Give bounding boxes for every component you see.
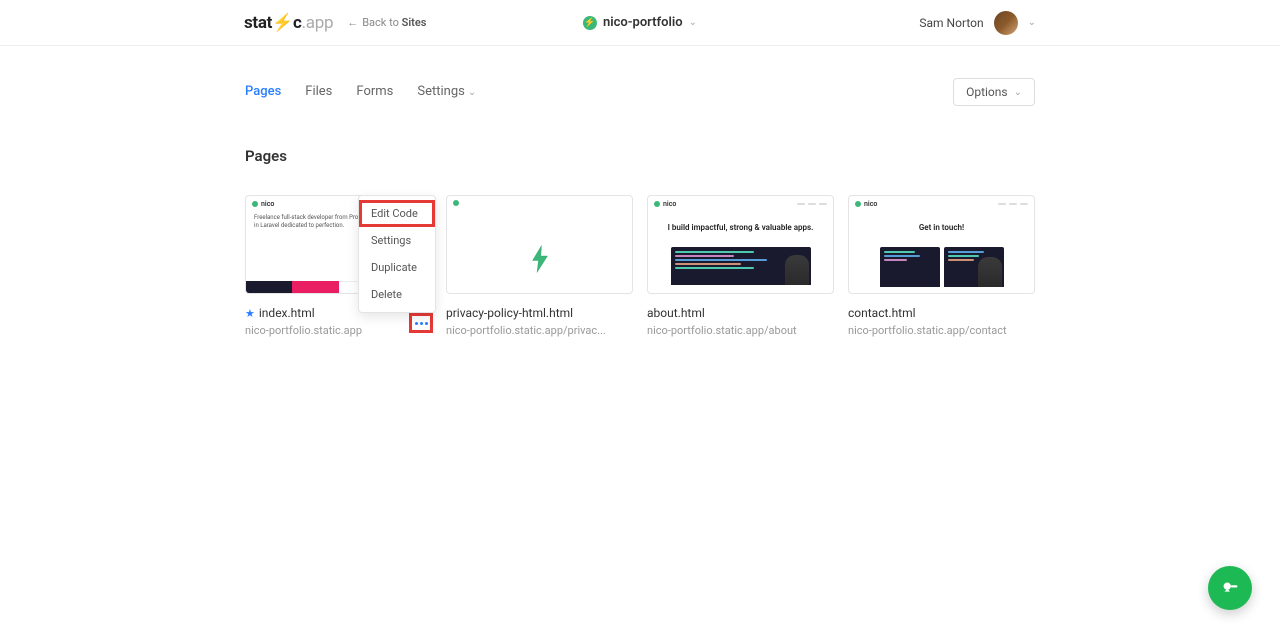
status-dot-icon [453,200,459,206]
app-header: stat⚡c.app ←Back to Sites ⚡ nico-portfol… [0,0,1280,46]
chevron-down-icon: ⌄ [1028,17,1036,28]
monitor-icon [671,247,811,285]
avatar [994,11,1018,35]
chevron-down-icon: ⌄ [1014,87,1022,98]
help-chat-button[interactable] [1208,566,1252,610]
page-context-menu: Edit Code Settings Duplicate Delete [358,195,436,313]
page-card: nico I build impactful, strong & valuabl… [647,195,834,337]
site-switcher[interactable]: ⚡ nico-portfolio ⌄ [583,15,697,30]
tab-pages[interactable]: Pages [245,84,281,99]
arrow-left-icon: ← [347,16,358,29]
page-thumbnail[interactable]: nico I build impactful, strong & valuabl… [647,195,834,294]
monitor-icon [880,247,940,287]
page-name: privacy-policy-html.html [446,306,633,320]
page-more-button[interactable] [409,313,433,333]
chat-icon [1219,577,1241,599]
menu-delete[interactable]: Delete [359,281,435,308]
site-name: nico-portfolio [603,15,683,30]
user-name: Sam Norton [919,16,983,30]
menu-edit-code[interactable]: Edit Code [359,200,435,227]
tab-files[interactable]: Files [305,84,332,99]
tab-settings[interactable]: Settings⌄ [417,84,476,99]
page-card: nico Get in touch! contact.html nico-por… [848,195,1035,337]
page-name: contact.html [848,306,1035,320]
chevron-down-icon: ⌄ [468,87,476,98]
page-url: nico-portfolio.static.app/about [647,324,834,337]
user-menu[interactable]: Sam Norton ⌄ [919,11,1036,35]
status-dot-icon [855,201,861,207]
page-card: privacy-policy-html.html nico-portfolio.… [446,195,633,337]
site-badge-icon: ⚡ [583,16,597,30]
page-name: about.html [647,306,834,320]
options-button[interactable]: Options⌄ [953,78,1035,106]
back-to-sites-link[interactable]: ←Back to Sites [347,16,426,29]
page-url: nico-portfolio.static.app [245,324,432,337]
pages-grid: Edit Code Settings Duplicate Delete nico… [245,195,1035,337]
page-url: nico-portfolio.static.app/privac... [446,324,633,337]
status-dot-icon [654,201,660,207]
page-thumbnail[interactable] [446,195,633,294]
monitor-icon [944,247,1004,287]
bolt-icon [447,210,632,294]
header-left: stat⚡c.app ←Back to Sites [244,13,426,33]
bolt-icon: ⚡ [272,13,293,33]
star-icon: ★ [245,307,255,320]
tabs: Pages Files Forms Settings⌄ Options⌄ [245,46,1035,99]
tab-forms[interactable]: Forms [356,84,393,99]
status-dot-icon [252,201,258,207]
chevron-down-icon: ⌄ [689,17,697,28]
menu-settings[interactable]: Settings [359,227,435,254]
menu-duplicate[interactable]: Duplicate [359,254,435,281]
page-url: nico-portfolio.static.app/contact [848,324,1035,337]
page-thumbnail[interactable]: nico Get in touch! [848,195,1035,294]
person-icon [785,255,809,285]
logo[interactable]: stat⚡c.app [244,13,333,33]
main-container: Pages Files Forms Settings⌄ Options⌄ Pag… [245,46,1035,377]
section-title: Pages [245,147,1035,165]
person-icon [978,257,1002,287]
